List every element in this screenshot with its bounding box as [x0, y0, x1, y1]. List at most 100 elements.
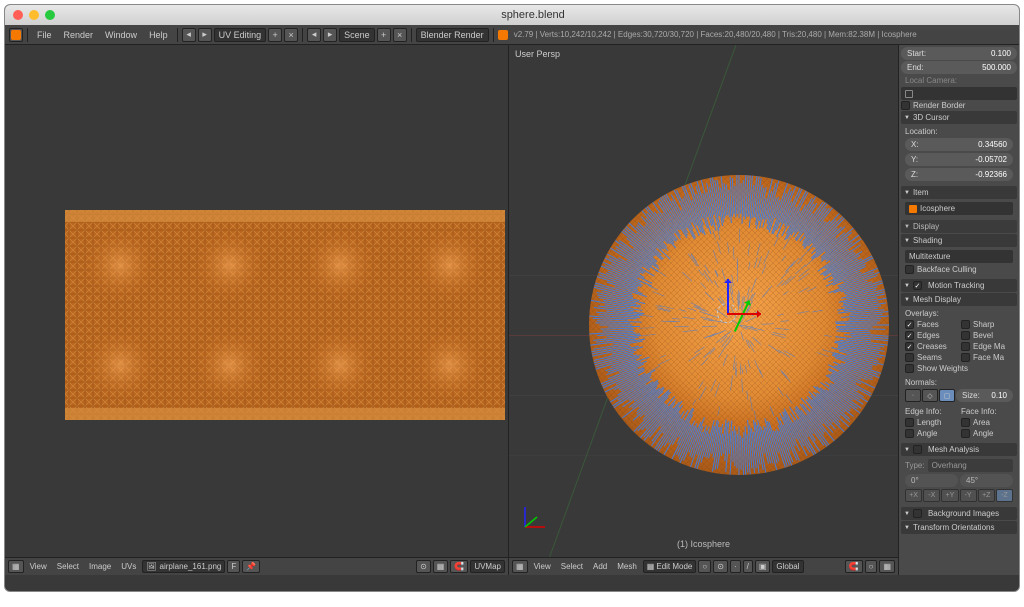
- scene-remove-button[interactable]: ×: [393, 28, 407, 42]
- menu-file[interactable]: File: [32, 28, 57, 42]
- faces-checkbox[interactable]: [905, 320, 914, 329]
- render-engine-dropdown[interactable]: Blender Render: [416, 28, 489, 42]
- show-weights-checkbox[interactable]: [905, 364, 914, 373]
- mode-dropdown[interactable]: ▦ Edit Mode: [643, 560, 697, 573]
- normal-size-field[interactable]: Size:0.10: [956, 389, 1013, 402]
- end-frame-field[interactable]: End:500.000: [901, 61, 1017, 74]
- axis-neg-z[interactable]: -Z: [996, 489, 1013, 502]
- view3d-menu-select[interactable]: Select: [557, 561, 587, 572]
- layers-button[interactable]: ▦: [879, 560, 895, 573]
- creases-checkbox[interactable]: [905, 342, 914, 351]
- uv-pivot-button[interactable]: ⊙: [416, 560, 431, 573]
- uv-menu-image[interactable]: Image: [85, 561, 115, 572]
- minimize-window-button[interactable]: [29, 10, 39, 20]
- edge-length-checkbox[interactable]: [905, 418, 914, 427]
- face-marks-checkbox[interactable]: [961, 353, 970, 362]
- menu-window[interactable]: Window: [100, 28, 142, 42]
- panel-transform-orientations[interactable]: Transform Orientations: [901, 521, 1017, 534]
- cursor-z-field[interactable]: Z:-0.92366: [905, 168, 1013, 181]
- snap-button[interactable]: 🧲: [845, 560, 863, 573]
- view3d-menu-view[interactable]: View: [530, 561, 555, 572]
- view3d-menu-mesh[interactable]: Mesh: [613, 561, 641, 572]
- scene-forward-button[interactable]: ▸: [323, 28, 337, 42]
- uv-menu-select[interactable]: Select: [53, 561, 83, 572]
- mesh-analysis-checkbox[interactable]: [913, 445, 922, 454]
- panel-background-images[interactable]: Background Images: [901, 507, 1017, 520]
- back-button[interactable]: ◂: [182, 28, 196, 42]
- menu-help[interactable]: Help: [144, 28, 173, 42]
- seams-checkbox[interactable]: [905, 353, 914, 362]
- axis-pos-z[interactable]: +Z: [978, 489, 995, 502]
- motion-tracking-checkbox[interactable]: [913, 281, 922, 290]
- axis-pos-x[interactable]: +X: [905, 489, 922, 502]
- render-border-checkbox[interactable]: [901, 101, 910, 110]
- axis-pos-y[interactable]: +Y: [941, 489, 958, 502]
- proportional-edit-button[interactable]: ○: [865, 560, 878, 573]
- start-frame-field[interactable]: Start:0.100: [901, 47, 1017, 60]
- menu-render[interactable]: Render: [59, 28, 99, 42]
- face-angle-checkbox[interactable]: [961, 429, 970, 438]
- edge-angle-checkbox[interactable]: [905, 429, 914, 438]
- vertex-select-button[interactable]: ·: [730, 560, 741, 573]
- gizmo-x-axis[interactable]: [727, 313, 761, 315]
- gizmo-z-axis[interactable]: [727, 279, 729, 313]
- maximize-window-button[interactable]: [45, 10, 55, 20]
- analysis-max-field[interactable]: 45°: [960, 474, 1013, 487]
- face-select-button[interactable]: ▣: [755, 560, 771, 573]
- uv-menu-uvs[interactable]: UVs: [117, 561, 140, 572]
- layout-remove-button[interactable]: ×: [284, 28, 298, 42]
- texture-mode-dropdown[interactable]: Multitexture: [905, 250, 1013, 263]
- face-normal-button[interactable]: ▢: [939, 389, 955, 402]
- view3d-menu-add[interactable]: Add: [589, 561, 611, 572]
- panel-motion-tracking[interactable]: Motion Tracking: [901, 279, 1017, 292]
- panel-mesh-display[interactable]: Mesh Display: [901, 293, 1017, 306]
- panel-display[interactable]: Display: [901, 220, 1017, 233]
- face-area-checkbox[interactable]: [961, 418, 970, 427]
- analysis-min-field[interactable]: 0°: [905, 474, 958, 487]
- panel-shading[interactable]: Shading: [901, 234, 1017, 247]
- cursor-x-field[interactable]: X:0.34560: [905, 138, 1013, 151]
- uv-image-browse-button[interactable]: F: [227, 560, 240, 573]
- uv-sync-button[interactable]: ▦: [433, 560, 449, 573]
- uv-menu-view[interactable]: View: [26, 561, 51, 572]
- 3d-viewport[interactable]: User Persp: [509, 45, 899, 575]
- edge-select-button[interactable]: /: [743, 560, 753, 573]
- backface-culling-checkbox[interactable]: [905, 265, 914, 274]
- close-window-button[interactable]: [13, 10, 23, 20]
- uv-image-selector[interactable]: 🖼 airplane_161.png: [142, 560, 225, 573]
- properties-panel[interactable]: Start:0.100 End:500.000 Local Camera: Re…: [899, 45, 1019, 575]
- edge-marks-checkbox[interactable]: [961, 342, 970, 351]
- uv-map-selector[interactable]: UVMap: [470, 560, 505, 573]
- local-camera-field[interactable]: [901, 87, 1017, 100]
- scene-dropdown[interactable]: Scene: [339, 28, 375, 42]
- icosphere-mesh: [584, 170, 894, 480]
- shading-mode-button[interactable]: ○: [698, 560, 711, 573]
- panel-mesh-analysis[interactable]: Mesh Analysis: [901, 443, 1017, 456]
- sharp-checkbox[interactable]: [961, 320, 970, 329]
- analysis-type-dropdown[interactable]: Overhang: [928, 459, 1013, 472]
- view3d-editor-type-icon[interactable]: ▦: [512, 560, 528, 573]
- panel-3d-cursor[interactable]: 3D Cursor: [901, 111, 1017, 124]
- uv-pin-button[interactable]: 📌: [242, 560, 260, 573]
- pivot-button[interactable]: ⊙: [713, 560, 728, 573]
- uv-snap-button[interactable]: 🧲: [450, 560, 468, 573]
- bevel-checkbox[interactable]: [961, 331, 970, 340]
- object-name-field[interactable]: Icosphere: [905, 202, 1013, 215]
- uv-editor-type-icon[interactable]: ▦: [8, 560, 24, 573]
- forward-button[interactable]: ▸: [198, 28, 212, 42]
- cursor-y-field[interactable]: Y:-0.05702: [905, 153, 1013, 166]
- transform-orientation[interactable]: Global: [772, 560, 803, 573]
- screen-layout-dropdown[interactable]: UV Editing: [214, 28, 267, 42]
- axis-neg-y[interactable]: -Y: [960, 489, 977, 502]
- layout-add-button[interactable]: +: [268, 28, 282, 42]
- loop-normal-button[interactable]: ◇: [922, 389, 938, 402]
- scene-add-button[interactable]: +: [377, 28, 391, 42]
- edges-checkbox[interactable]: [905, 331, 914, 340]
- editor-type-icon[interactable]: [9, 28, 23, 42]
- panel-item[interactable]: Item: [901, 186, 1017, 199]
- axis-neg-x[interactable]: -X: [923, 489, 940, 502]
- uv-image-editor[interactable]: ▦ View Select Image UVs 🖼 airplane_161.p…: [5, 45, 509, 575]
- vertex-normal-button[interactable]: ·: [905, 389, 921, 402]
- scene-back-button[interactable]: ◂: [307, 28, 321, 42]
- bg-images-checkbox[interactable]: [913, 509, 922, 518]
